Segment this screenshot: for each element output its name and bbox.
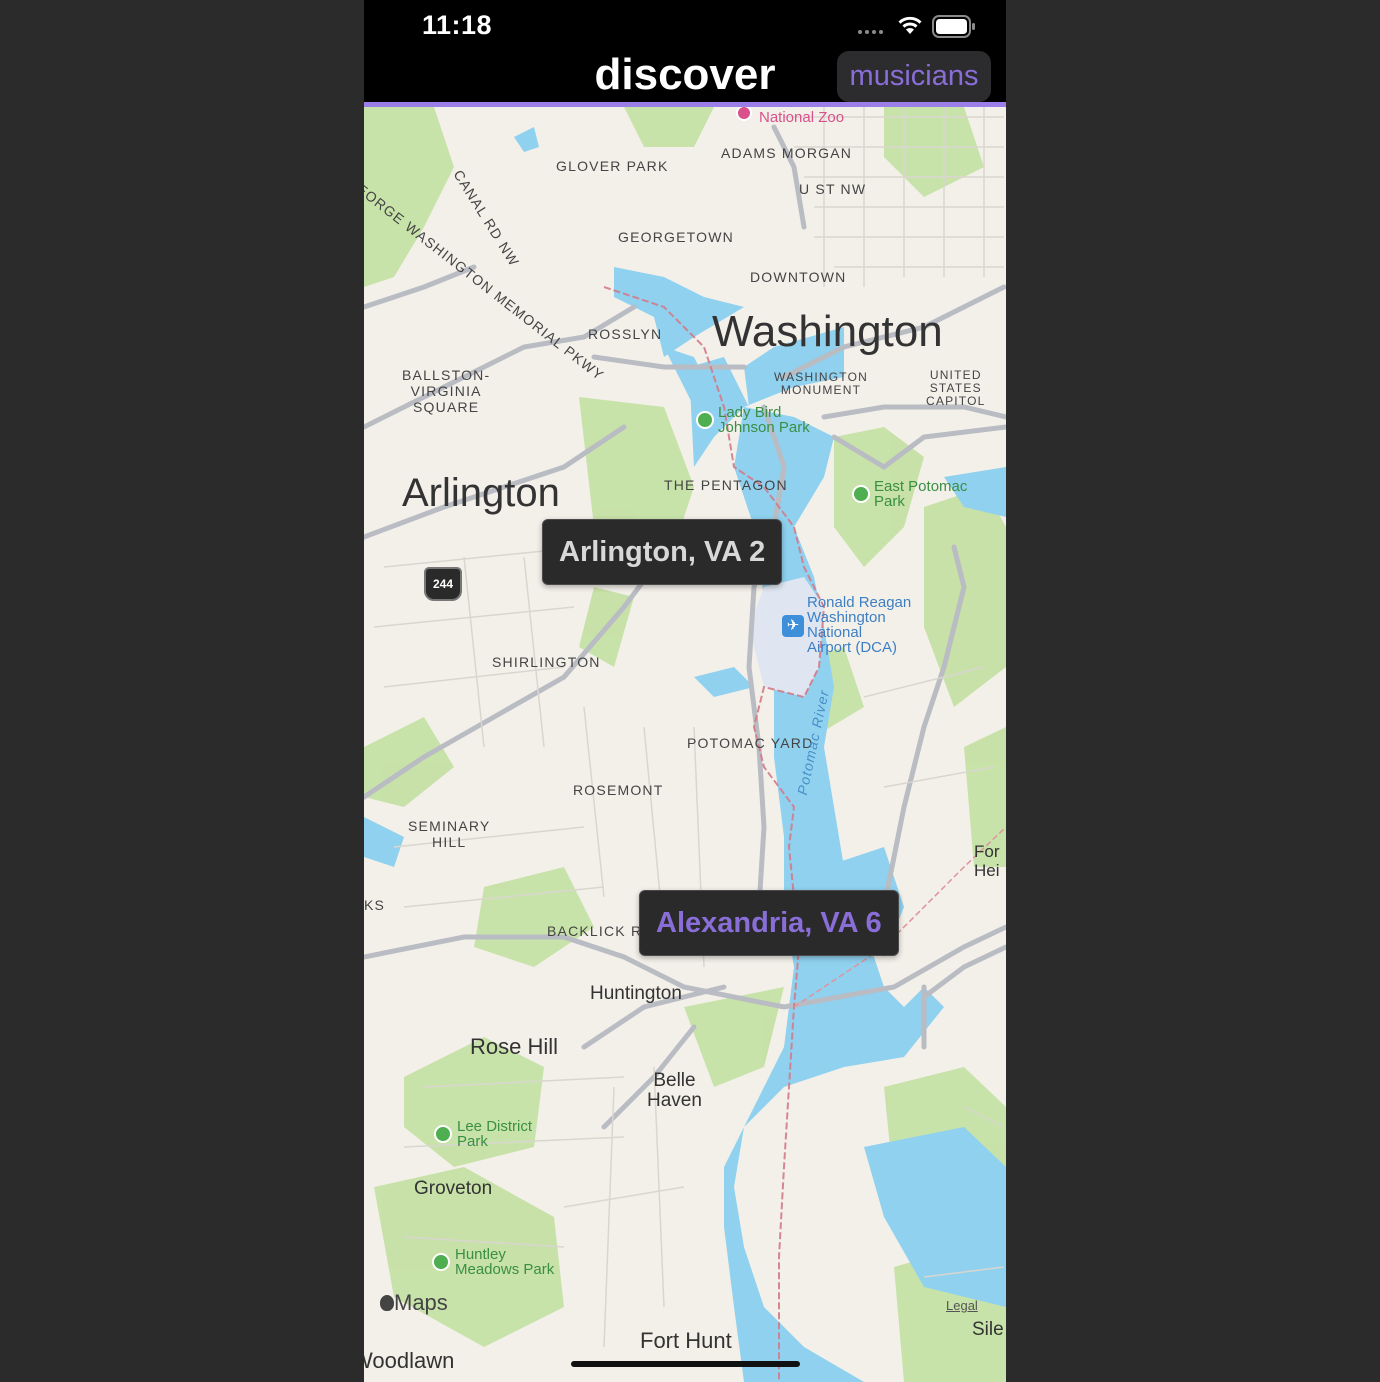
neighborhood-label: ROSSLYN	[588, 326, 663, 342]
status-bar: 11:18	[364, 0, 1006, 50]
battery-icon	[932, 15, 975, 38]
maps-logo-text: Maps	[394, 1290, 448, 1315]
place-label: Woodlawn	[364, 1348, 455, 1373]
neighborhood-label: POTOMAC YARD	[687, 735, 814, 751]
neighborhood-label: GLOVER PARK	[556, 158, 669, 174]
park-icon	[432, 1253, 450, 1271]
place-label: For Hei	[974, 842, 1000, 880]
city-label-arlington: Arlington	[402, 471, 560, 515]
legal-link[interactable]: Legal	[946, 1298, 978, 1313]
phone-screen: 11:18 discover musicians GEORGE WASHINGT…	[364, 0, 1006, 1382]
neighborhood-label: UNITED STATES CAPITOL	[926, 368, 986, 408]
neighborhood-label: BALLSTON- VIRGINIA SQUARE	[402, 367, 491, 415]
neighborhood-label: ADAMS MORGAN	[721, 145, 853, 161]
neighborhood-label: WASHINGTON MONUMENT	[774, 370, 869, 397]
park-label: Lee District Park	[457, 1118, 533, 1150]
status-time: 11:18	[422, 10, 493, 40]
place-label: Fort Hunt	[640, 1328, 732, 1353]
place-label: Groveton	[414, 1178, 493, 1199]
park-icon	[434, 1125, 452, 1143]
route-shield-number: 244	[432, 577, 454, 591]
neighborhood-label: SEMINARY HILL	[408, 818, 491, 850]
route-shield-icon: 244	[424, 567, 462, 601]
home-indicator	[571, 1361, 800, 1367]
apple-maps-logo: Maps	[380, 1290, 448, 1316]
poi-national-zoo: National Zoo	[759, 109, 845, 126]
place-label: Sile	[972, 1319, 1004, 1340]
park-label: Huntley Meadows Park	[455, 1246, 555, 1278]
musicians-button[interactable]: musicians	[837, 51, 991, 102]
park-icon	[696, 411, 714, 429]
park-icon	[852, 485, 870, 503]
neighborhood-label: ROSEMONT	[573, 782, 664, 798]
neighborhood-label: BACKLICK RU	[547, 923, 654, 939]
cellular-signal-icon	[858, 30, 883, 34]
map-view[interactable]: GEORGE WASHINGTON MEMORIAL PKWY CANAL RD…	[364, 107, 1006, 1382]
neighborhood-label: SHIRLINGTON	[492, 654, 601, 670]
poi-airport: Ronald Reagan Washington National Airpor…	[807, 594, 912, 656]
apple-logo-icon	[380, 1295, 394, 1311]
neighborhood-label: KS	[364, 897, 386, 913]
location-pin-alexandria[interactable]: Alexandria, VA 6	[639, 890, 899, 956]
neighborhood-label: GEORGETOWN	[618, 229, 734, 245]
city-label-washington: Washington	[712, 307, 943, 356]
place-label: Rose Hill	[470, 1034, 559, 1059]
location-pin-arlington[interactable]: Arlington, VA 2	[542, 519, 783, 585]
neighborhood-label: DOWNTOWN	[750, 269, 847, 285]
park-label: East Potomac Park	[874, 478, 968, 510]
airport-icon: ✈	[782, 615, 804, 637]
place-label: Huntington	[590, 983, 682, 1004]
navigation-bar: discover musicians	[364, 50, 1006, 102]
place-label: Belle Haven	[647, 1070, 702, 1111]
neighborhood-label: U ST NW	[799, 181, 867, 197]
park-label: Lady Bird Johnson Park	[718, 404, 810, 436]
neighborhood-label: THE PENTAGON	[664, 477, 788, 493]
wifi-icon	[898, 16, 922, 34]
